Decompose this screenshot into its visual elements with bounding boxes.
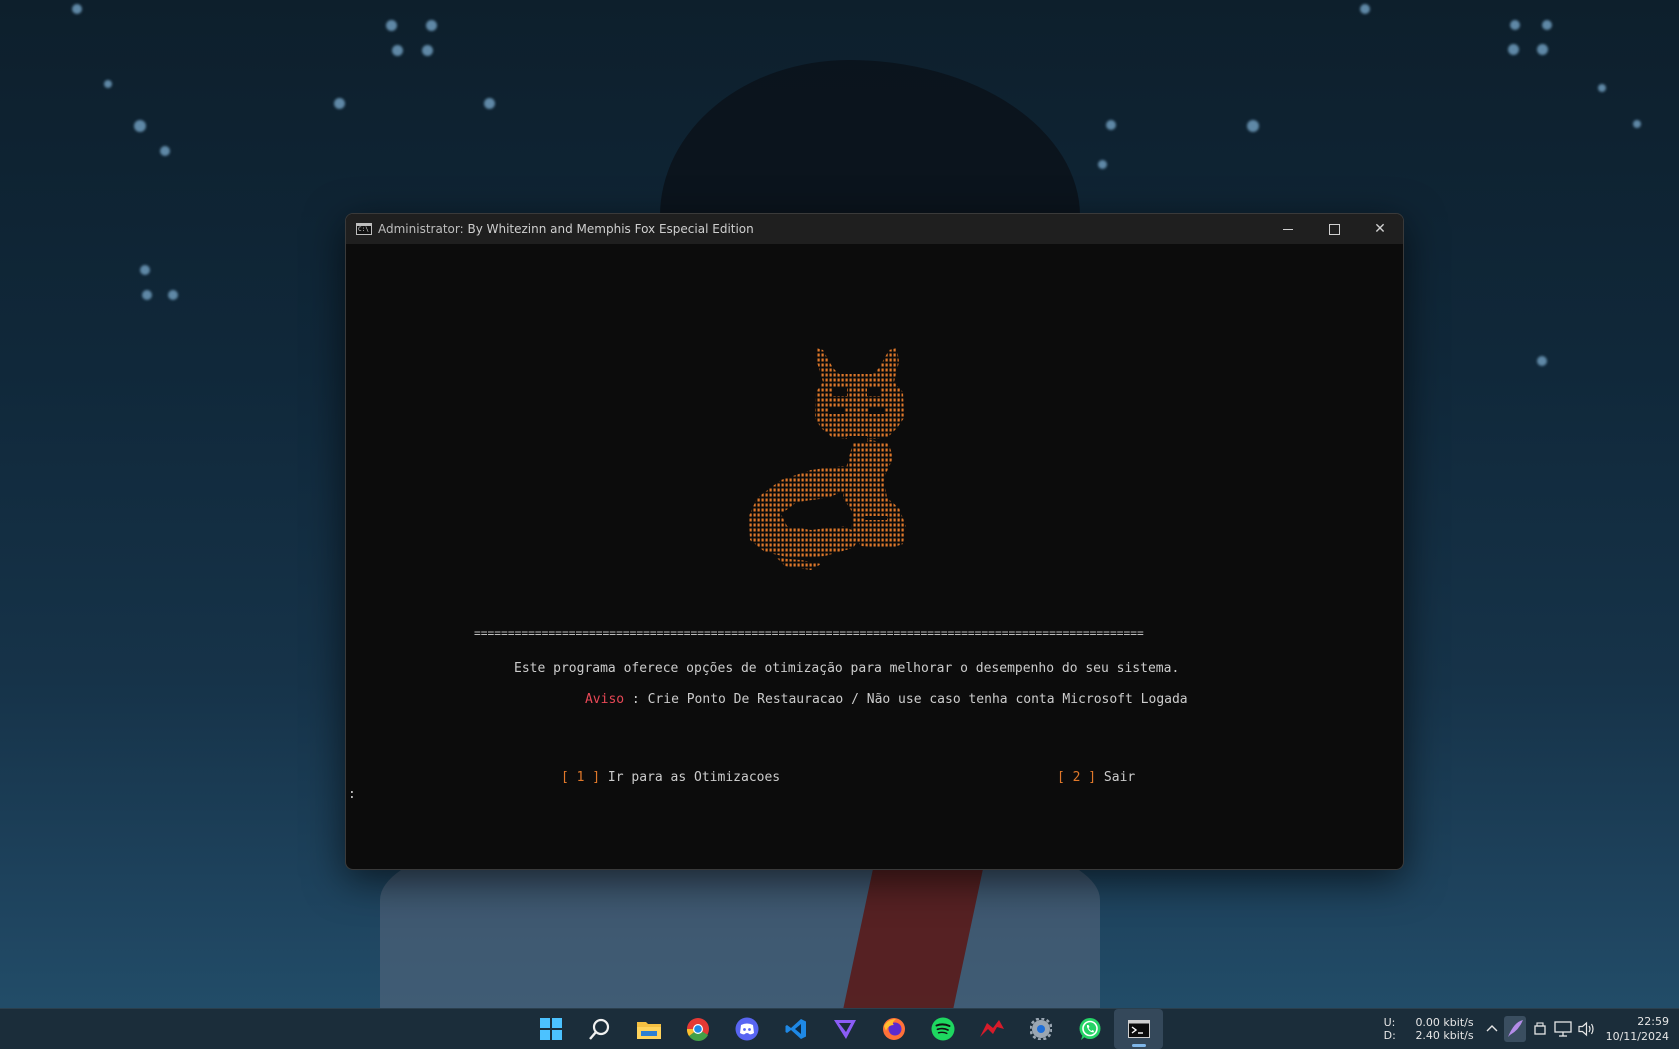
console-icon: C:\ <box>356 223 372 235</box>
clock-date: 10/11/2024 <box>1605 1030 1669 1043</box>
windows-start-icon <box>539 1018 562 1040</box>
option-1-label: Ir para as Otimizacoes <box>600 770 781 785</box>
console-output[interactable]: ========================================… <box>346 244 1403 869</box>
description-text: Este programa oferece opções de otimizaç… <box>514 661 1180 676</box>
file-explorer-icon <box>636 1022 661 1039</box>
tray-icons <box>1486 1016 1596 1042</box>
console-window[interactable]: C:\ Administrator: By Whitezinn and Memp… <box>345 213 1404 870</box>
network-speed-widget[interactable]: U: 0.00 kbit/s D: 2.40 kbit/s <box>1384 1016 1474 1042</box>
warning-line: Aviso : Crie Ponto De Restauracao / Não … <box>538 677 1188 722</box>
warning-text: : Crie Ponto De Restauracao / Não use ca… <box>624 692 1188 707</box>
settings-button[interactable] <box>1016 1009 1065 1049</box>
option-2-label: Sair <box>1096 770 1136 785</box>
chrome-button[interactable] <box>673 1009 722 1049</box>
terminal-button[interactable] <box>1114 1009 1163 1049</box>
chevron-up-icon[interactable] <box>1486 1023 1498 1035</box>
title-prefix: Administrator: <box>378 222 464 236</box>
close-icon: ✕ <box>1374 221 1386 237</box>
upload-value: 0.00 kbit/s <box>1415 1016 1474 1029</box>
discord-button[interactable] <box>722 1009 771 1049</box>
terminal-icon <box>1127 1020 1150 1038</box>
clock[interactable]: 22:59 10/11/2024 <box>1606 1014 1669 1044</box>
maximize-icon <box>1328 223 1340 235</box>
system-tray: U: 0.00 kbit/s D: 2.40 kbit/s 22:59 10/1… <box>1384 1009 1679 1049</box>
fox-ascii-art <box>749 348 906 570</box>
whatsapp-button[interactable] <box>1065 1009 1114 1049</box>
option-2-open-bracket: [ <box>1056 770 1073 785</box>
spotify-icon <box>931 1017 954 1041</box>
firefox-button[interactable] <box>869 1009 918 1049</box>
title-bar[interactable]: C:\ Administrator: By Whitezinn and Memp… <box>346 214 1403 244</box>
option-2-close-bracket: ] <box>1080 770 1097 785</box>
option-2: [ 2 ] Sair <box>1010 755 1135 800</box>
chrome-icon <box>686 1018 709 1041</box>
network-icon[interactable] <box>1553 1021 1572 1037</box>
maximize-button[interactable] <box>1311 214 1357 244</box>
vscode-button[interactable] <box>771 1009 820 1049</box>
download-value: 2.40 kbit/s <box>1415 1029 1474 1042</box>
window-controls: ✕ <box>1265 214 1403 244</box>
minimize-icon <box>1283 228 1293 230</box>
redragon-icon <box>979 1020 1004 1037</box>
feather-app-icon[interactable] <box>1503 1016 1526 1042</box>
discord-icon <box>735 1017 758 1041</box>
proton-vpn-button[interactable] <box>820 1009 869 1049</box>
search-icon <box>588 1018 609 1040</box>
warning-label: Aviso <box>584 692 625 707</box>
search-button[interactable] <box>575 1009 624 1049</box>
taskbar-apps <box>526 1009 1163 1049</box>
input-prompt[interactable]: : <box>348 787 356 802</box>
proton-vpn-icon <box>833 1020 856 1039</box>
minimize-button[interactable] <box>1265 214 1311 244</box>
firefox-icon <box>882 1018 905 1040</box>
redragon-button[interactable] <box>967 1009 1016 1049</box>
usb-icon[interactable] <box>1532 1021 1548 1037</box>
option-1-close-bracket: ] <box>584 770 601 785</box>
settings-icon <box>1029 1018 1052 1040</box>
whatsapp-icon <box>1079 1018 1100 1040</box>
close-button[interactable]: ✕ <box>1357 214 1403 244</box>
title-text: By Whitezinn and Memphis Fox Especial Ed… <box>467 222 754 236</box>
vscode-icon <box>785 1019 806 1039</box>
taskbar: U: 0.00 kbit/s D: 2.40 kbit/s 22:59 10/1… <box>0 1008 1679 1049</box>
option-1-open-bracket: [ <box>560 770 577 785</box>
separator-rule: ========================================… <box>474 627 1144 640</box>
download-label: D: <box>1383 1029 1396 1042</box>
window-title: Administrator: By Whitezinn and Memphis … <box>378 222 754 236</box>
start-button[interactable] <box>526 1009 575 1049</box>
volume-icon[interactable] <box>1577 1021 1596 1037</box>
spotify-button[interactable] <box>918 1009 967 1049</box>
clock-time: 22:59 <box>1637 1015 1669 1028</box>
upload-label: U: <box>1383 1016 1396 1029</box>
file-explorer-button[interactable] <box>624 1009 673 1049</box>
option-1: [ 1 ] Ir para as Otimizacoes <box>514 755 780 800</box>
